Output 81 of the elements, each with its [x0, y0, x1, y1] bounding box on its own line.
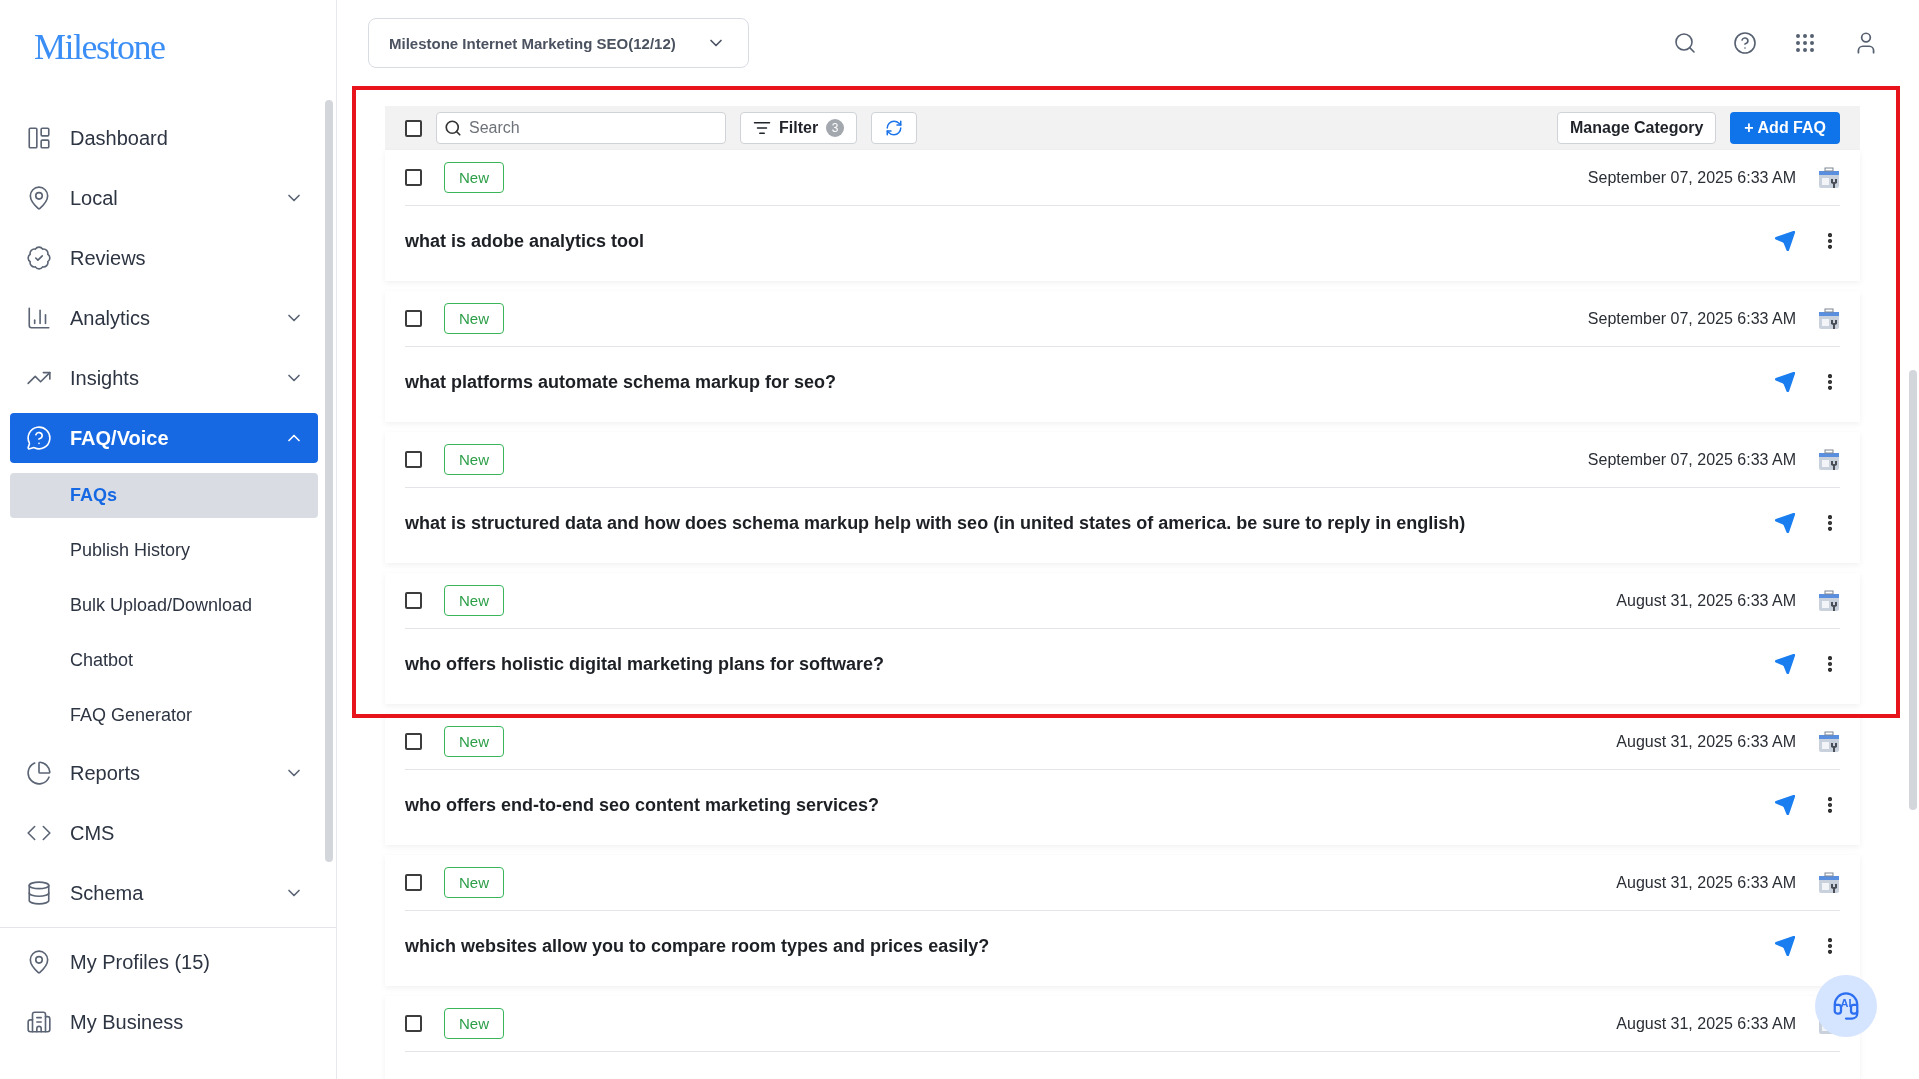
- building-icon: [26, 1009, 52, 1035]
- status-tag: New: [444, 162, 504, 193]
- checkbox[interactable]: [405, 874, 422, 891]
- faq-date: September 07, 2025 6:33 AM: [1587, 168, 1796, 187]
- send-icon[interactable]: [1774, 653, 1796, 675]
- send-icon[interactable]: [1774, 794, 1796, 816]
- apps-grid-icon[interactable]: [1793, 31, 1817, 55]
- sidebar-subitem[interactable]: Chatbot: [10, 638, 318, 683]
- filter-button[interactable]: Filter 3: [740, 112, 858, 144]
- sidebar-subitem[interactable]: FAQ Generator: [10, 693, 318, 738]
- faq-question[interactable]: what platforms automate schema markup for seo?: [405, 371, 1750, 393]
- toolbox-icon: [1818, 589, 1840, 612]
- checkbox[interactable]: [405, 592, 422, 609]
- sidebar-subitem[interactable]: Publish History: [10, 528, 318, 573]
- send-icon[interactable]: [1774, 512, 1796, 534]
- send-icon[interactable]: [1774, 935, 1796, 957]
- search-icon[interactable]: [1673, 31, 1697, 55]
- status-tag: New: [444, 585, 504, 616]
- faq-date: September 07, 2025 6:33 AM: [1587, 309, 1796, 328]
- faq-question[interactable]: which websites allow you to compare room types and prices easily?: [405, 935, 1750, 957]
- checkbox[interactable]: [405, 119, 422, 137]
- database-icon: [26, 880, 52, 906]
- sidebar-item[interactable]: Insights: [10, 353, 318, 403]
- faq-date: August 31, 2025 6:33 AM: [1616, 732, 1796, 751]
- scrollbar[interactable]: [1909, 370, 1917, 810]
- sidebar-item[interactable]: Reports: [10, 748, 318, 798]
- filter-count: 3: [826, 119, 845, 137]
- logo: Milestone: [33, 26, 166, 69]
- toolbox-icon: [1818, 448, 1840, 471]
- sidebar-item[interactable]: Analytics: [10, 293, 318, 343]
- manage-category-button[interactable]: Manage Category: [1557, 112, 1717, 144]
- toolbox-icon: [1818, 730, 1840, 753]
- search-field[interactable]: Search: [436, 112, 726, 144]
- checkbox[interactable]: [405, 451, 422, 468]
- pie-chart-icon: [26, 760, 52, 786]
- sidebar-item[interactable]: Schema: [10, 868, 318, 918]
- sidebar-item[interactable]: FAQ/Voice: [10, 413, 318, 463]
- faq-question[interactable]: who offers holistic digital marketing plans for software?: [405, 653, 1750, 675]
- status-tag: New: [444, 1008, 504, 1039]
- headset-icon: [1831, 991, 1861, 1021]
- faq-date: September 07, 2025 6:33 AM: [1587, 450, 1796, 469]
- refresh-icon: [885, 119, 904, 137]
- toolbox-icon: [1818, 871, 1840, 894]
- help-icon[interactable]: [1733, 31, 1757, 55]
- faq-date: August 31, 2025 6:33 AM: [1616, 873, 1796, 892]
- refresh-button[interactable]: [871, 112, 918, 144]
- badge-check-icon: [26, 245, 52, 271]
- account-dropdown[interactable]: Milestone Internet Marketing SEO(12/12): [368, 18, 749, 68]
- question-bubble-icon: [26, 425, 52, 451]
- send-icon[interactable]: [1774, 230, 1796, 252]
- bar-chart-icon: [26, 305, 52, 331]
- sidebar-subitem[interactable]: Bulk Upload/Download: [10, 583, 318, 628]
- ai-assistant-button[interactable]: AI: [1815, 975, 1877, 1037]
- checkbox[interactable]: [405, 310, 422, 327]
- sidebar-item[interactable]: My Profiles (15): [10, 937, 318, 987]
- faq-question[interactable]: what is adobe analytics tool: [405, 230, 1750, 252]
- faq-question[interactable]: what is structured data and how does schema markup help with seo (in united states of america. be sure to reply in english): [405, 512, 1750, 534]
- sidebar-item[interactable]: Reviews: [10, 233, 318, 283]
- toolbox-icon: [1818, 307, 1840, 330]
- filter-icon: [753, 119, 771, 137]
- status-tag: New: [444, 303, 504, 334]
- checkbox[interactable]: [405, 169, 422, 186]
- faq-question[interactable]: who offers end-to-end seo content marketing services?: [405, 794, 1750, 816]
- checkbox[interactable]: [405, 733, 422, 750]
- status-tag: New: [444, 444, 504, 475]
- layout-icon: [26, 125, 52, 151]
- checkbox[interactable]: [405, 1015, 422, 1032]
- status-tag: New: [444, 726, 504, 757]
- faq-date: August 31, 2025 6:33 AM: [1616, 591, 1796, 610]
- toolbox-icon: [1818, 166, 1840, 189]
- sidebar-item[interactable]: CMS: [10, 808, 318, 858]
- sidebar-item[interactable]: Local: [10, 173, 318, 223]
- faq-date: August 31, 2025 6:33 AM: [1616, 1014, 1796, 1033]
- send-icon[interactable]: [1774, 371, 1796, 393]
- add-faq-button[interactable]: + Add FAQ: [1730, 112, 1840, 144]
- sidebar-subitem[interactable]: FAQs: [10, 473, 318, 518]
- status-tag: New: [444, 867, 504, 898]
- sidebar-item[interactable]: My Business: [10, 997, 318, 1047]
- search-icon: [444, 119, 462, 137]
- scrollbar[interactable]: [325, 100, 333, 862]
- sidebar-item[interactable]: Dashboard: [10, 113, 318, 163]
